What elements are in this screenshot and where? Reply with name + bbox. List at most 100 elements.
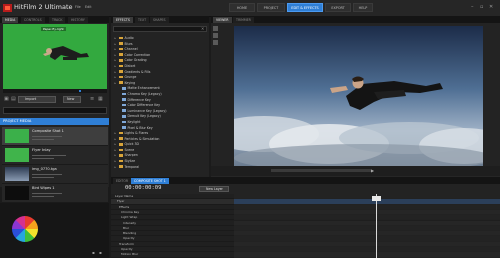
effect-label: Audio [124, 36, 134, 40]
folder-icon [119, 142, 123, 146]
nav-edit-effects-button[interactable]: EDIT & EFFECTS [287, 3, 323, 12]
media-thumbnail [5, 186, 29, 200]
folder-icon [119, 165, 123, 168]
viewer-tool-icon[interactable] [213, 26, 218, 31]
list-view-icon[interactable]: ≡ [90, 96, 94, 102]
settings-icon[interactable]: ▪ [99, 250, 102, 256]
timeline-track-row[interactable] [234, 252, 500, 258]
effect-label: Matte Enhancement [127, 86, 160, 91]
effect-label: Keying [124, 80, 136, 85]
new-layer-button[interactable]: New Layer [199, 186, 229, 192]
layer-label: Flyer [117, 199, 125, 204]
maximize-icon[interactable]: ▫ [480, 4, 483, 10]
layer-label: Opacity [121, 247, 133, 251]
tab-media[interactable]: MEDIA [2, 17, 19, 23]
tab-shapes[interactable]: SHAPES [150, 17, 169, 23]
folder-icon [119, 159, 123, 163]
effect-label: Grunge [124, 75, 137, 80]
new-button[interactable]: New [63, 96, 81, 103]
tab-track[interactable]: TRACK [49, 17, 66, 23]
timecode-display[interactable]: 00:00:00:09 [125, 185, 161, 191]
close-icon[interactable]: ✕ [489, 4, 493, 10]
effect-label: Pixel & Blur Key [127, 125, 153, 130]
nav-home-button[interactable]: HOME [229, 3, 255, 12]
folder-icon[interactable]: ▣ [4, 96, 9, 102]
viewer-canvas[interactable] [234, 26, 483, 166]
layer-label: Light Wrap [121, 215, 138, 220]
playhead-handle[interactable] [372, 196, 381, 201]
flying-man-green-screen [43, 46, 89, 60]
layer-row[interactable]: Motion Blur [111, 252, 234, 258]
folder-icon [119, 59, 123, 62]
layer-label: Motion Blur [121, 252, 139, 257]
effect-icon [122, 120, 126, 124]
delete-icon[interactable]: ▪ [92, 250, 95, 256]
folder-icon [119, 42, 123, 45]
media-search-input[interactable] [3, 107, 107, 114]
media-item-name: Bird Wipes 1 [32, 186, 55, 190]
folder-icon [119, 137, 123, 140]
tab-trimmer[interactable]: TRIMMER [233, 17, 254, 23]
menu-edit[interactable]: Edit [85, 5, 92, 9]
effects-search-input[interactable] [113, 26, 207, 32]
effect-icon [122, 103, 126, 107]
expand-arrow-icon[interactable]: ▸ [115, 165, 117, 171]
composite-flying-man-sky [234, 26, 483, 166]
media-preview-timeline[interactable] [3, 89, 107, 93]
media-item-name: img_0770.tga [32, 167, 57, 171]
effect-label: Color Grading [124, 58, 147, 63]
effect-icon [122, 87, 126, 90]
effect-icon [122, 115, 126, 118]
tab-effects[interactable]: EFFECTS [113, 17, 133, 23]
effect-label: Color Correction [124, 52, 151, 57]
minimize-icon[interactable]: – [471, 4, 474, 10]
effect-label: Gradients & Fills [124, 69, 151, 74]
import-button[interactable]: Import [18, 96, 56, 103]
effect-label: Demult Key (Legacy) [127, 114, 161, 119]
tab-controls[interactable]: CONTROLS [21, 17, 45, 23]
project-media-header: PROJECT MEDIA [0, 118, 109, 125]
layer-label: Transform [119, 241, 134, 246]
effect-category[interactable]: ▸ Temporal [113, 165, 207, 171]
media-preview: Paper-fly-light [3, 24, 107, 89]
nav-project-button[interactable]: PROJECT [257, 3, 285, 12]
effect-label: Particles & Simulation [124, 136, 160, 141]
effect-label: Stylize [124, 159, 136, 164]
effect-label: Difference Key [127, 97, 151, 102]
effect-label: Channel [124, 47, 138, 52]
layer-label: Opacity [123, 236, 135, 241]
media-item[interactable]: Composite Shot 1 [2, 127, 108, 146]
media-item[interactable]: img_0770.tga [2, 165, 108, 184]
play-icon[interactable]: ▶ [371, 168, 374, 173]
layer-label: Chroma Key [121, 209, 140, 214]
trash-icon[interactable]: ▤ [11, 96, 16, 102]
effect-label: Lights & Flares [124, 131, 149, 136]
playhead[interactable] [376, 194, 377, 258]
media-item[interactable]: Bird Wipes 1 [2, 184, 108, 203]
folder-icon [119, 131, 123, 135]
nav-help-button[interactable]: HELP [353, 3, 373, 12]
media-item-name: Flyer Inlay [32, 148, 51, 152]
folder-icon [119, 148, 123, 152]
menu-file[interactable]: File [75, 5, 81, 9]
folder-icon [119, 70, 123, 73]
tab-viewer[interactable]: VIEWER [213, 17, 232, 23]
effects-tab-strip: EFFECTS TEXT SHAPES [111, 16, 209, 23]
layer-label: Intensity [123, 220, 137, 225]
effects-list: ▸ Audio ▸ Blurs ▸ Channel ▸ Color Correction ▸ Co… [113, 36, 207, 182]
folder-icon [119, 53, 123, 57]
clear-search-icon[interactable]: ✕ [201, 26, 204, 31]
viewer-tool-icon[interactable] [213, 33, 218, 38]
effect-label: Temporal [124, 164, 140, 169]
media-item[interactable]: Flyer Inlay [2, 146, 108, 165]
tab-text[interactable]: TEXT [135, 17, 150, 23]
effect-icon [122, 98, 126, 101]
folder-icon [119, 81, 123, 85]
effect-label: Quick 3D [124, 142, 140, 147]
tab-history[interactable]: HISTORY [68, 17, 88, 23]
effect-label: Keylight [127, 119, 141, 124]
grid-view-icon[interactable]: ▦ [98, 96, 103, 102]
nav-export-button[interactable]: EXPORT [325, 3, 351, 12]
viewer-tool-icon[interactable] [213, 40, 218, 45]
media-thumbnail [5, 148, 29, 162]
